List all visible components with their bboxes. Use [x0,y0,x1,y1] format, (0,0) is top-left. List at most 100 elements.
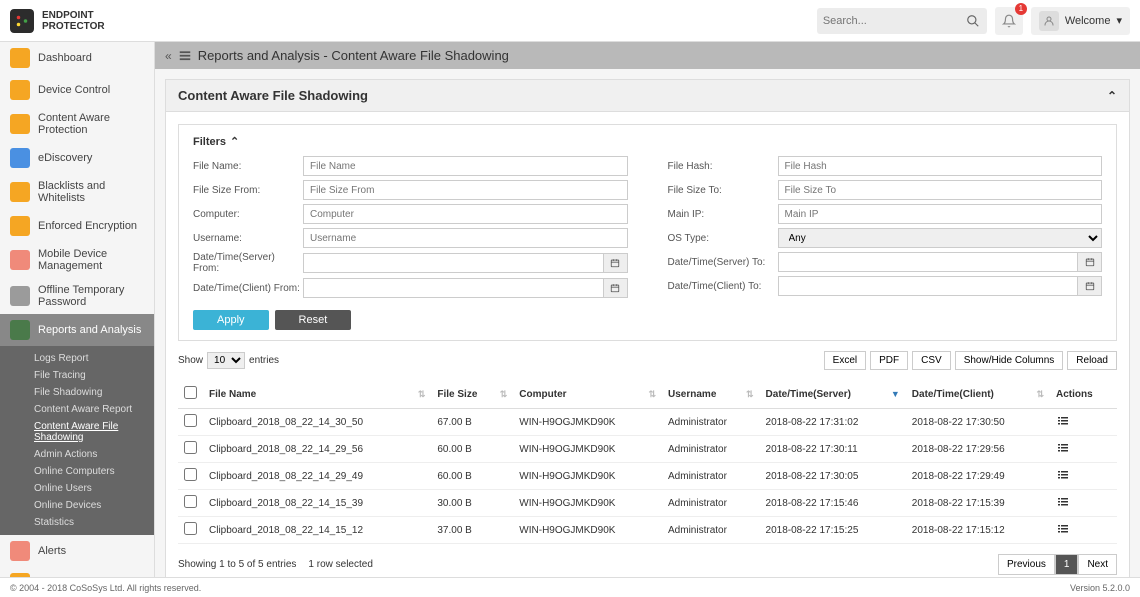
sidebar-item-label: Offline Temporary Password [38,284,144,308]
filter-label: Date/Time(Server) To: [668,257,778,268]
filter-input[interactable] [778,204,1103,224]
list-actions-icon[interactable] [1056,415,1070,427]
calendar-icon[interactable] [604,278,628,298]
apply-button[interactable]: Apply [193,310,269,330]
sidebar-item-offline-temporary-password[interactable]: Offline Temporary Password [0,278,154,314]
filter-row: File Name: [193,156,628,176]
sidebar-subitem-logs-report[interactable]: Logs Report [0,350,154,367]
filters-title[interactable]: Filters ⌃ [193,135,1102,148]
list-actions-icon[interactable] [1056,523,1070,535]
nav-icon [10,216,30,236]
sidebar-subitem-file-shadowing[interactable]: File Shadowing [0,384,154,401]
calendar-icon[interactable] [1078,252,1102,272]
cell-file: Clipboard_2018_08_22_14_15_39 [203,490,431,517]
sidebar-subitem-online-devices[interactable]: Online Devices [0,497,154,514]
sidebar-item-blacklists-and-whitelists[interactable]: Blacklists and Whitelists [0,174,154,210]
filter-label: File Size From: [193,185,303,196]
cell-dts: 2018-08-22 17:30:05 [760,463,906,490]
sidebar-item-device-control[interactable]: Device Control [0,74,154,106]
calendar-icon[interactable] [604,253,628,273]
cell-file: Clipboard_2018_08_22_14_29_56 [203,436,431,463]
sidebar-item-alerts[interactable]: Alerts [0,535,154,567]
column-header[interactable]: Date/Time(Server) ▼ [760,380,906,409]
filter-input[interactable] [303,253,604,273]
cell-dts: 2018-08-22 17:15:46 [760,490,906,517]
sidebar-item-mobile-device-management[interactable]: Mobile Device Management [0,242,154,278]
table-info: Showing 1 to 5 of 5 entries [178,559,296,570]
filter-input[interactable] [778,252,1079,272]
sidebar-subitem-content-aware-report[interactable]: Content Aware Report [0,401,154,418]
row-checkbox[interactable] [184,495,197,508]
export-csv-button[interactable]: CSV [912,351,951,370]
row-checkbox[interactable] [184,468,197,481]
sidebar-subitem-file-tracing[interactable]: File Tracing [0,367,154,384]
sidebar-item-enforced-encryption[interactable]: Enforced Encryption [0,210,154,242]
sidebar-subitem-admin-actions[interactable]: Admin Actions [0,446,154,463]
column-header[interactable]: File Name ⇅ [203,380,431,409]
filter-input[interactable] [303,278,604,298]
sidebar-item-directory-services[interactable]: Directory Services [0,567,154,577]
filter-input[interactable] [778,156,1103,176]
filter-input[interactable] [778,180,1103,200]
global-search[interactable] [817,8,987,34]
show-hide-columns-button[interactable]: Show/Hide Columns [955,351,1064,370]
column-header[interactable]: Computer ⇅ [513,380,662,409]
filter-label: Date/Time(Client) From: [193,283,303,294]
page-next-button[interactable]: Next [1078,554,1117,575]
reload-button[interactable]: Reload [1067,351,1117,370]
row-checkbox[interactable] [184,414,197,427]
calendar-icon[interactable] [1078,276,1102,296]
list-actions-icon[interactable] [1056,469,1070,481]
cell-size: 60.00 B [431,436,513,463]
filter-row: Date/Time(Client) To: [668,276,1103,296]
entries-select[interactable]: 10 [207,352,245,369]
brand-line2: PROTECTOR [42,21,105,32]
table-selected-info: 1 row selected [308,559,372,570]
filter-input[interactable] [303,228,628,248]
cell-dtc: 2018-08-22 17:30:50 [906,409,1050,436]
sidebar-subitem-online-users[interactable]: Online Users [0,480,154,497]
sidebar-subitem-statistics[interactable]: Statistics [0,514,154,531]
sidebar-item-label: Blacklists and Whitelists [38,180,144,204]
sidebar-subitem-content-aware-file-shadowing[interactable]: Content Aware File Shadowing [0,418,154,446]
collapse-icon[interactable]: ⌃ [1107,89,1117,103]
column-header[interactable]: File Size ⇅ [431,380,513,409]
filter-input[interactable] [778,276,1079,296]
page-prev-button[interactable]: Previous [998,554,1055,575]
user-menu[interactable]: Welcome ▾ [1031,7,1130,35]
search-icon[interactable] [965,9,981,33]
page-1-button[interactable]: 1 [1055,554,1079,575]
filter-input[interactable] [303,180,628,200]
row-checkbox[interactable] [184,441,197,454]
welcome-label: Welcome [1065,15,1111,27]
sidebar-item-ediscovery[interactable]: eDiscovery [0,142,154,174]
notifications-button[interactable]: 1 [995,7,1023,35]
filter-select[interactable]: Any [778,228,1103,248]
brand-text: ENDPOINT PROTECTOR [42,10,105,32]
export-pdf-button[interactable]: PDF [870,351,908,370]
brand-line1: ENDPOINT [42,10,105,21]
main-content: « Reports and Analysis - Content Aware F… [155,42,1140,577]
column-header[interactable]: Actions [1050,380,1117,409]
column-header[interactable]: Date/Time(Client) ⇅ [906,380,1050,409]
sidebar-item-dashboard[interactable]: Dashboard [0,42,154,74]
select-all-checkbox[interactable] [184,386,197,399]
list-actions-icon[interactable] [1056,496,1070,508]
filter-row: Main IP: [668,204,1103,224]
sidebar-item-reports-and-analysis[interactable]: Reports and Analysis [0,314,154,346]
reset-button[interactable]: Reset [275,310,352,330]
column-header[interactable]: Username ⇅ [662,380,760,409]
row-checkbox[interactable] [184,522,197,535]
list-actions-icon[interactable] [1056,442,1070,454]
cell-file: Clipboard_2018_08_22_14_29_49 [203,463,431,490]
breadcrumb-back-icon[interactable]: « [165,49,172,63]
cell-user: Administrator [662,409,760,436]
filter-row: File Hash: [668,156,1103,176]
search-input[interactable] [823,15,965,27]
filter-input[interactable] [303,204,628,224]
sidebar-item-content-aware-protection[interactable]: Content Aware Protection [0,106,154,142]
table-toolbar: Show 10 entries Excel PDF CSV Show/Hide … [178,351,1117,370]
sidebar-subitem-online-computers[interactable]: Online Computers [0,463,154,480]
export-excel-button[interactable]: Excel [824,351,866,370]
filter-input[interactable] [303,156,628,176]
